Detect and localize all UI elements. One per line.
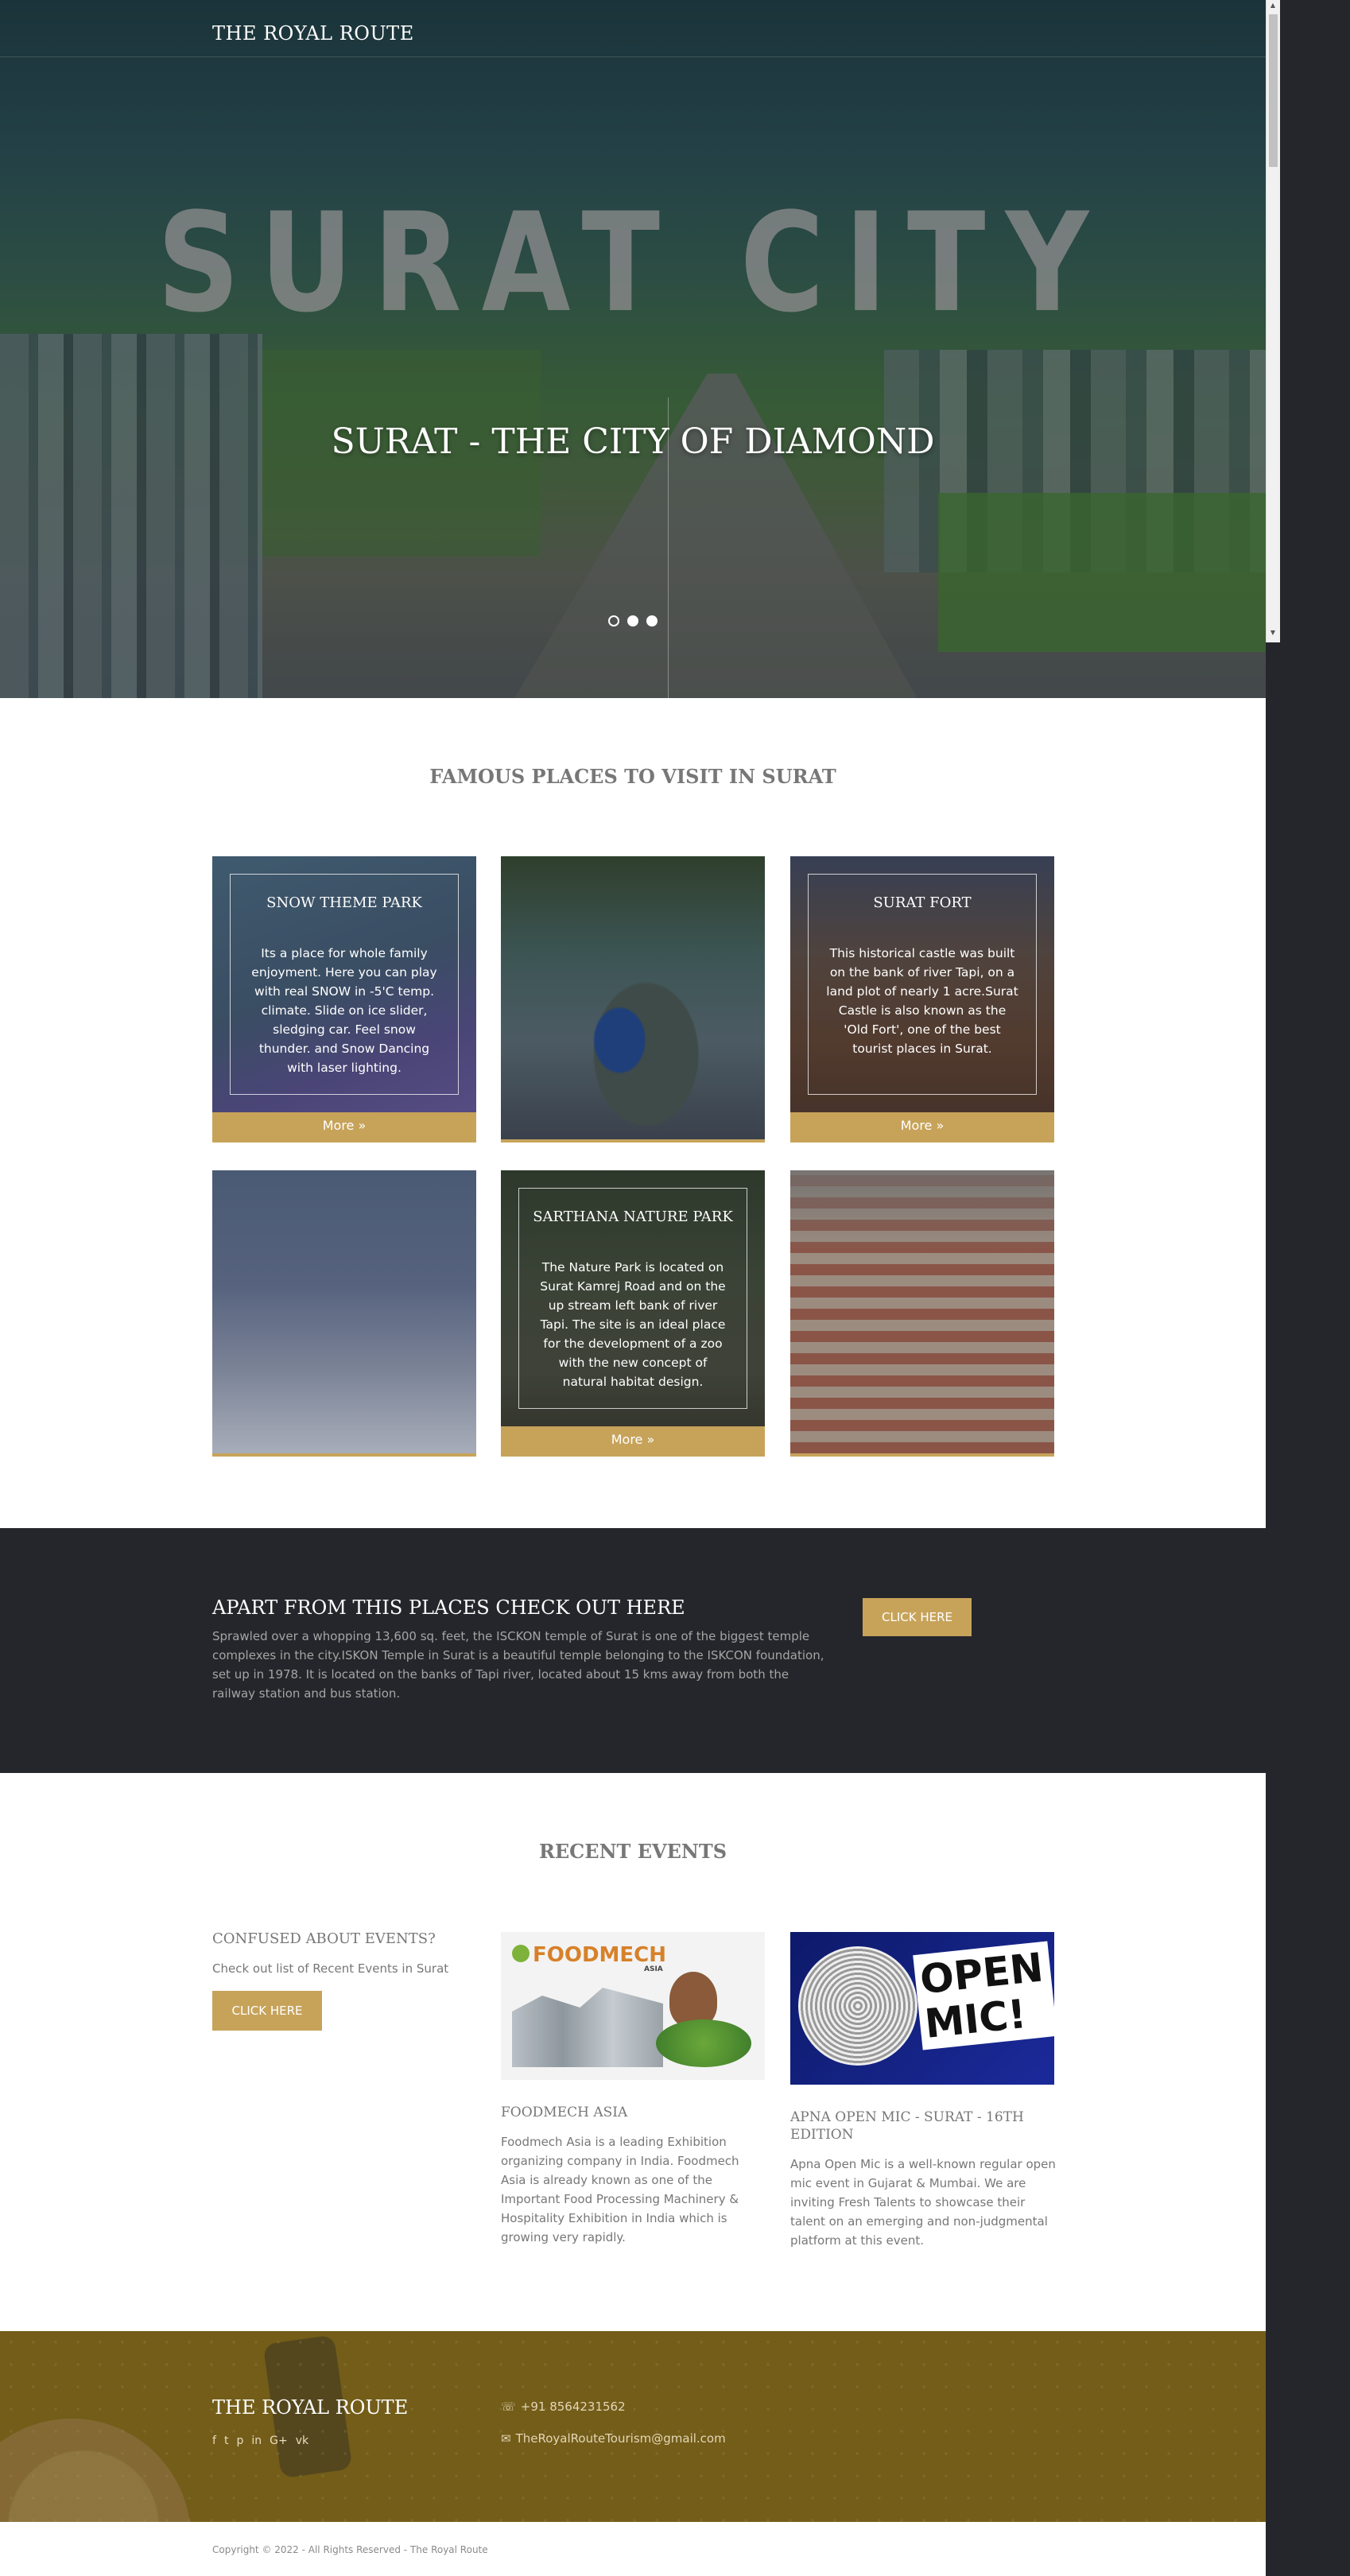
place-card-title: SNOW THEME PARK (266, 894, 422, 911)
open-mic-event-image[interactable]: OPEN MIC! (790, 1932, 1054, 2085)
slider-dot-1[interactable] (608, 615, 619, 627)
footer-brand: THE ROYAL ROUTE (212, 2396, 409, 2419)
microphone-illustration (798, 1946, 917, 2066)
scrollbar-thumb[interactable] (1269, 14, 1278, 167)
more-button[interactable]: More » (212, 1112, 476, 1139)
envelope-icon: ✉ (501, 2431, 511, 2446)
page: THE ROYAL ROUTE SURAT CITY SURAT - THE C… (0, 0, 1266, 2576)
foodmech-logo-text: FOODMECH (533, 1943, 667, 1967)
place-card-surat-fort[interactable]: SURAT FORT This historical castle was bu… (790, 856, 1054, 1143)
copyright-text: Copyright © 2022 - All Rights Reserved -… (212, 2544, 488, 2555)
phone-icon: ☏ (501, 2399, 516, 2414)
brick-building-image (790, 1170, 1054, 1453)
hero-subtitle: SURAT - THE CITY OF DIAMOND (331, 421, 935, 462)
events-section-title: RECENT EVENTS (538, 1840, 727, 1863)
google-plus-icon[interactable]: G+ (270, 2434, 288, 2447)
place-card-text: The Nature Park is located on Surat Kamr… (540, 1260, 726, 1389)
events-side-title: CONFUSED ABOUT EVENTS? (212, 1930, 436, 1947)
place-card-peacock[interactable] (501, 856, 765, 1143)
footer-phone[interactable]: ☏ +91 8564231562 (501, 2399, 626, 2414)
events-side-text: Check out list of Recent Events in Surat (212, 1961, 449, 1976)
phone-number: +91 8564231562 (520, 2399, 626, 2414)
food-bowl-illustration (656, 2019, 751, 2067)
top-navbar: THE ROYAL ROUTE (0, 0, 1266, 57)
places-section-title: FAMOUS PLACES TO VISIT IN SURAT (429, 765, 836, 788)
more-button[interactable]: More » (501, 1426, 765, 1453)
promo-click-here-button[interactable]: CLICK HERE (863, 1598, 972, 1636)
slider-dots (608, 615, 658, 627)
event-text: Foodmech Asia is a leading Exhibition or… (501, 2135, 739, 2244)
promo-title: APART FROM THIS PLACES CHECK OUT HERE (212, 1596, 685, 1619)
slider-dot-3[interactable] (646, 615, 658, 627)
foodmech-logo-icon (512, 1945, 530, 1962)
event-title[interactable]: FOODMECH ASIA (501, 2104, 766, 2121)
machinery-illustration (512, 1988, 663, 2067)
place-card-title: SARTHANA NATURE PARK (533, 1208, 733, 1225)
place-card-snow-theme-park[interactable]: SNOW THEME PARK Its a place for whole fa… (212, 856, 476, 1143)
event-title[interactable]: APNA OPEN MIC - SURAT - 16TH EDITION (790, 2109, 1056, 2143)
place-card-title: SURAT FORT (873, 894, 972, 911)
social-links: f t p in G+ vk (212, 2434, 308, 2447)
place-card-ice-house[interactable] (212, 1170, 476, 1457)
slider-dot-2[interactable] (627, 615, 638, 627)
snow-park-interior-image (212, 1170, 476, 1453)
event-text: Apna Open Mic is a well-known regular op… (790, 2157, 1056, 2248)
scroll-up-icon[interactable]: ▲ (1270, 2, 1276, 9)
foodmech-event-image[interactable]: FOODMECH ASIA (501, 1932, 765, 2080)
facebook-icon[interactable]: f (212, 2434, 216, 2447)
vk-icon[interactable]: vk (296, 2434, 308, 2447)
email-address: TheRoyalRouteTourism@gmail.com (515, 2431, 726, 2446)
hero-big-title: SURAT CITY (157, 183, 1109, 343)
footer-email[interactable]: ✉ TheRoyalRouteTourism@gmail.com (501, 2431, 726, 2446)
promo-section: APART FROM THIS PLACES CHECK OUT HERE Sp… (0, 1528, 1266, 1773)
twitter-icon[interactable]: t (224, 2434, 229, 2447)
place-card-text: This historical castle was built on the … (826, 946, 1018, 1056)
promo-text: Sprawled over a whopping 13,600 sq. feet… (212, 1629, 824, 1701)
open-mic-logo-text: OPEN MIC! (913, 1941, 1054, 2050)
peacock-image (501, 856, 765, 1139)
scroll-down-icon[interactable]: ▼ (1270, 630, 1276, 636)
place-card-sarthana-nature-park[interactable]: SARTHANA NATURE PARK The Nature Park is … (501, 1170, 765, 1457)
place-card-text: Its a place for whole family enjoyment. … (251, 946, 437, 1075)
place-card-brick-building[interactable] (790, 1170, 1054, 1457)
hero-slider: THE ROYAL ROUTE SURAT CITY SURAT - THE C… (0, 0, 1266, 698)
linkedin-icon[interactable]: in (251, 2434, 262, 2447)
pinterest-icon[interactable]: p (236, 2434, 243, 2447)
site-logo[interactable]: THE ROYAL ROUTE (212, 22, 414, 45)
footer: THE ROYAL ROUTE f t p in G+ vk ☏ +91 856… (0, 2331, 1266, 2522)
more-button[interactable]: More » (790, 1112, 1054, 1139)
foodmech-logo-sub: ASIA (644, 1965, 663, 1973)
events-click-here-button[interactable]: CLICK HERE (212, 1991, 322, 2031)
